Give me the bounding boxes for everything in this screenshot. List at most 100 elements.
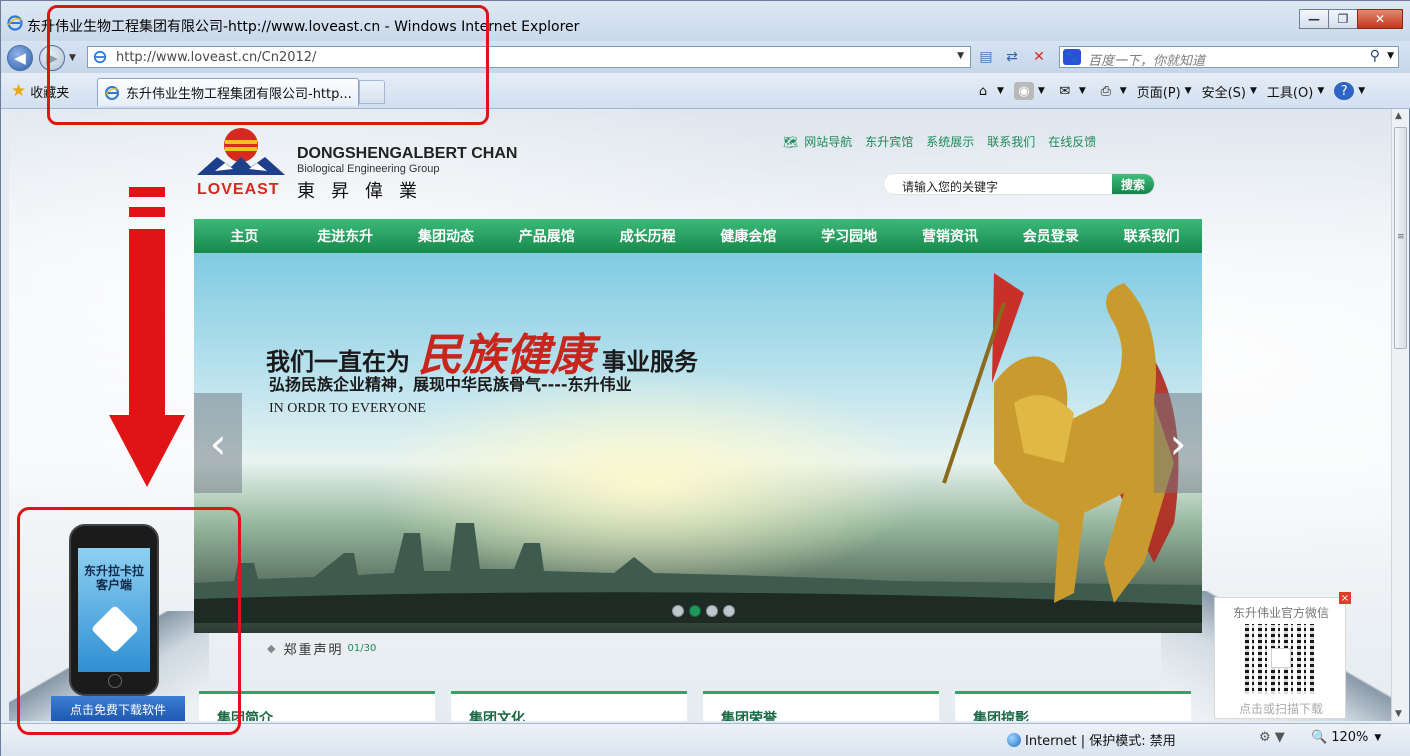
compatibility-view-icon[interactable]: ▤ bbox=[975, 47, 997, 67]
banner-next-arrow[interactable]: › bbox=[1154, 393, 1202, 493]
card-group-gallery[interactable]: 集团掠影 bbox=[955, 691, 1191, 721]
printer-icon: ⎙ bbox=[1100, 83, 1111, 99]
nav-marketing[interactable]: 营销资讯 bbox=[900, 219, 1001, 253]
toplink-system[interactable]: 系统展示 bbox=[926, 133, 974, 150]
qr-close-icon[interactable]: × bbox=[1339, 592, 1351, 604]
ie-window: 东升伟业生物工程集团有限公司-http://www.loveast.cn - W… bbox=[0, 0, 1410, 756]
qr-title: 东升伟业官方微信 bbox=[1232, 606, 1329, 620]
zone-text: Internet | 保护模式: 禁用 bbox=[1025, 734, 1176, 749]
security-zone[interactable]: Internet | 保护模式: 禁用 bbox=[1007, 730, 1176, 749]
slide-dot[interactable] bbox=[672, 605, 684, 617]
banner-prev-arrow[interactable]: ‹ bbox=[194, 393, 242, 493]
card-title: 集团掠影 bbox=[973, 711, 1029, 721]
site-search-button[interactable]: 搜索 bbox=[1112, 174, 1154, 194]
nav-history[interactable]: 成长历程 bbox=[597, 219, 698, 253]
card-group-honors[interactable]: 集团荣誉 bbox=[703, 691, 939, 721]
tools-menu[interactable]: 工具(O) ▼ bbox=[1267, 82, 1324, 101]
page-menu[interactable]: 页面(P) ▼ bbox=[1137, 82, 1192, 101]
logo-chinese-name: 東昇偉業 bbox=[297, 181, 433, 202]
hero-banner[interactable]: 我们一直在为 民族健康 事业服务 弘扬民族企业精神，展现中华民族骨气----东升… bbox=[194, 253, 1202, 633]
vertical-scrollbar[interactable]: ▲ ≡ ▼ bbox=[1391, 109, 1409, 721]
ie-logo-icon bbox=[7, 15, 23, 31]
back-button[interactable]: ◀ bbox=[7, 45, 33, 71]
print-button[interactable]: ⎙ ▼ bbox=[1096, 82, 1127, 100]
help-button[interactable]: ? ▼ bbox=[1334, 82, 1365, 100]
safety-menu[interactable]: 安全(S) ▼ bbox=[1202, 82, 1257, 101]
zoom-level: 120% bbox=[1331, 730, 1369, 745]
qr-code-image bbox=[1245, 624, 1317, 694]
status-tools-icon[interactable]: ⚙ ▼ bbox=[1259, 730, 1285, 745]
card-title: 集团荣誉 bbox=[721, 711, 777, 721]
safety-menu-label: 安全(S) bbox=[1201, 85, 1246, 101]
rss-icon: ◉ bbox=[1013, 82, 1034, 100]
mail-button[interactable]: ✉ ▼ bbox=[1055, 82, 1085, 100]
annotation-down-arrow-icon bbox=[109, 187, 185, 487]
nav-contact[interactable]: 联系我们 bbox=[1101, 219, 1202, 253]
search-placeholder: 百度一下，你就知道 bbox=[1088, 54, 1206, 69]
grip-icon: ≡ bbox=[1397, 232, 1405, 242]
banner-slogan: 弘扬民族企业精神，展现中华民族骨气----东升伟业 bbox=[269, 375, 632, 394]
maximize-button[interactable]: ❐ bbox=[1328, 9, 1358, 29]
toplink-feedback[interactable]: 在线反馈 bbox=[1048, 133, 1096, 150]
home-button[interactable]: ⌂ ▼ bbox=[973, 82, 1004, 100]
qr-caption: 点击或扫描下载 bbox=[1238, 702, 1323, 716]
help-icon: ? bbox=[1334, 82, 1355, 100]
zoom-dropdown-icon: ▼ bbox=[1374, 732, 1382, 743]
nav-member-login[interactable]: 会员登录 bbox=[1000, 219, 1101, 253]
home-icon: ⌂ bbox=[978, 83, 988, 99]
site-search-placeholder: 请输入您的关键字 bbox=[902, 180, 999, 194]
page-menu-label: 页面(P) bbox=[1136, 85, 1181, 101]
minimize-button[interactable]: — bbox=[1299, 9, 1329, 29]
search-dropdown-icon[interactable]: ▼ bbox=[1387, 51, 1394, 61]
main-nav: 主页 走进东升 集团动态 产品展馆 成长历程 健康会馆 学习园地 营销资讯 会员… bbox=[194, 219, 1202, 253]
slide-dot[interactable] bbox=[723, 605, 735, 617]
map-icon: 🗺 bbox=[783, 134, 799, 149]
baidu-paw-icon: 🐾 bbox=[1063, 49, 1081, 65]
mail-icon: ✉ bbox=[1059, 83, 1071, 99]
golden-horse-statue-image bbox=[942, 273, 1179, 603]
notice-text: 郑重声明 bbox=[283, 643, 344, 658]
card-group-culture[interactable]: 集团文化 bbox=[451, 691, 687, 721]
search-magnifier-icon[interactable]: ⚲ bbox=[1370, 48, 1380, 64]
nav-news[interactable]: 集团动态 bbox=[396, 219, 497, 253]
card-title: 集团文化 bbox=[469, 711, 525, 721]
banner-english: IN ORDR TO EVERYONE bbox=[269, 401, 426, 416]
nav-learning[interactable]: 学习园地 bbox=[799, 219, 900, 253]
wechat-qr-widget[interactable]: 东升伟业官方微信 × 点击或扫描下载 bbox=[1214, 592, 1351, 719]
scrollbar-thumb[interactable]: ≡ bbox=[1394, 127, 1407, 349]
star-icon: ★ bbox=[11, 81, 27, 101]
slide-dot[interactable] bbox=[706, 605, 718, 617]
qr-logo-icon bbox=[1271, 648, 1291, 668]
search-input[interactable]: 🐾 百度一下，你就知道 ⚲ ▼ bbox=[1059, 46, 1399, 69]
scroll-down-icon[interactable]: ▼ bbox=[1395, 709, 1402, 719]
toplink-sitemap[interactable]: 网站导航 bbox=[804, 133, 852, 150]
zoom-control[interactable]: 🔍 120% ▼ bbox=[1311, 730, 1381, 745]
slide-dot-active[interactable] bbox=[689, 605, 701, 617]
notice-bullet-icon: ◆ bbox=[267, 642, 276, 655]
command-bar: ⌂ ▼ ◉ ▼ ✉ ▼ ⎙ ▼ 页面(P) ▼ 安全(S) ▼ 工具(O) ▼ ? ▼ bbox=[973, 79, 1375, 103]
logo-subtitle: Biological Engineering Group bbox=[297, 163, 440, 175]
site-search-input[interactable]: 请输入您的关键字 搜索 bbox=[883, 173, 1155, 195]
top-links: 🗺 网站导航 东升宾馆 系统展示 联系我们 在线反馈 bbox=[783, 133, 1096, 150]
toplink-contact[interactable]: 联系我们 bbox=[987, 133, 1035, 150]
url-dropdown-icon[interactable]: ▼ bbox=[957, 51, 964, 61]
scroll-up-icon[interactable]: ▲ bbox=[1395, 111, 1402, 121]
nav-about[interactable]: 走进东升 bbox=[295, 219, 396, 253]
tools-menu-label: 工具(O) bbox=[1266, 85, 1314, 101]
logo-english-name: DONGSHENGALBERT CHAN bbox=[297, 145, 518, 162]
notice-ticker[interactable]: ◆ 郑重声明 01/30 bbox=[267, 639, 376, 658]
nav-health-club[interactable]: 健康会馆 bbox=[698, 219, 799, 253]
stop-icon[interactable]: ✕ bbox=[1028, 47, 1050, 67]
notice-count: 01/30 bbox=[347, 643, 377, 654]
nav-products[interactable]: 产品展馆 bbox=[496, 219, 597, 253]
window-controls: — ❐ ✕ bbox=[1299, 9, 1403, 29]
refresh-icon[interactable]: ⇄ bbox=[1001, 47, 1023, 67]
logo-brand-text: LOVEAST bbox=[197, 181, 280, 198]
feeds-button[interactable]: ◉ ▼ bbox=[1013, 82, 1045, 100]
nav-home[interactable]: 主页 bbox=[194, 219, 295, 253]
close-window-button[interactable]: ✕ bbox=[1357, 9, 1403, 29]
annotation-highlight-address bbox=[47, 5, 489, 125]
slider-pagination bbox=[672, 605, 740, 617]
annotation-highlight-phone bbox=[17, 507, 241, 735]
toplink-hotel[interactable]: 东升宾馆 bbox=[865, 133, 913, 150]
